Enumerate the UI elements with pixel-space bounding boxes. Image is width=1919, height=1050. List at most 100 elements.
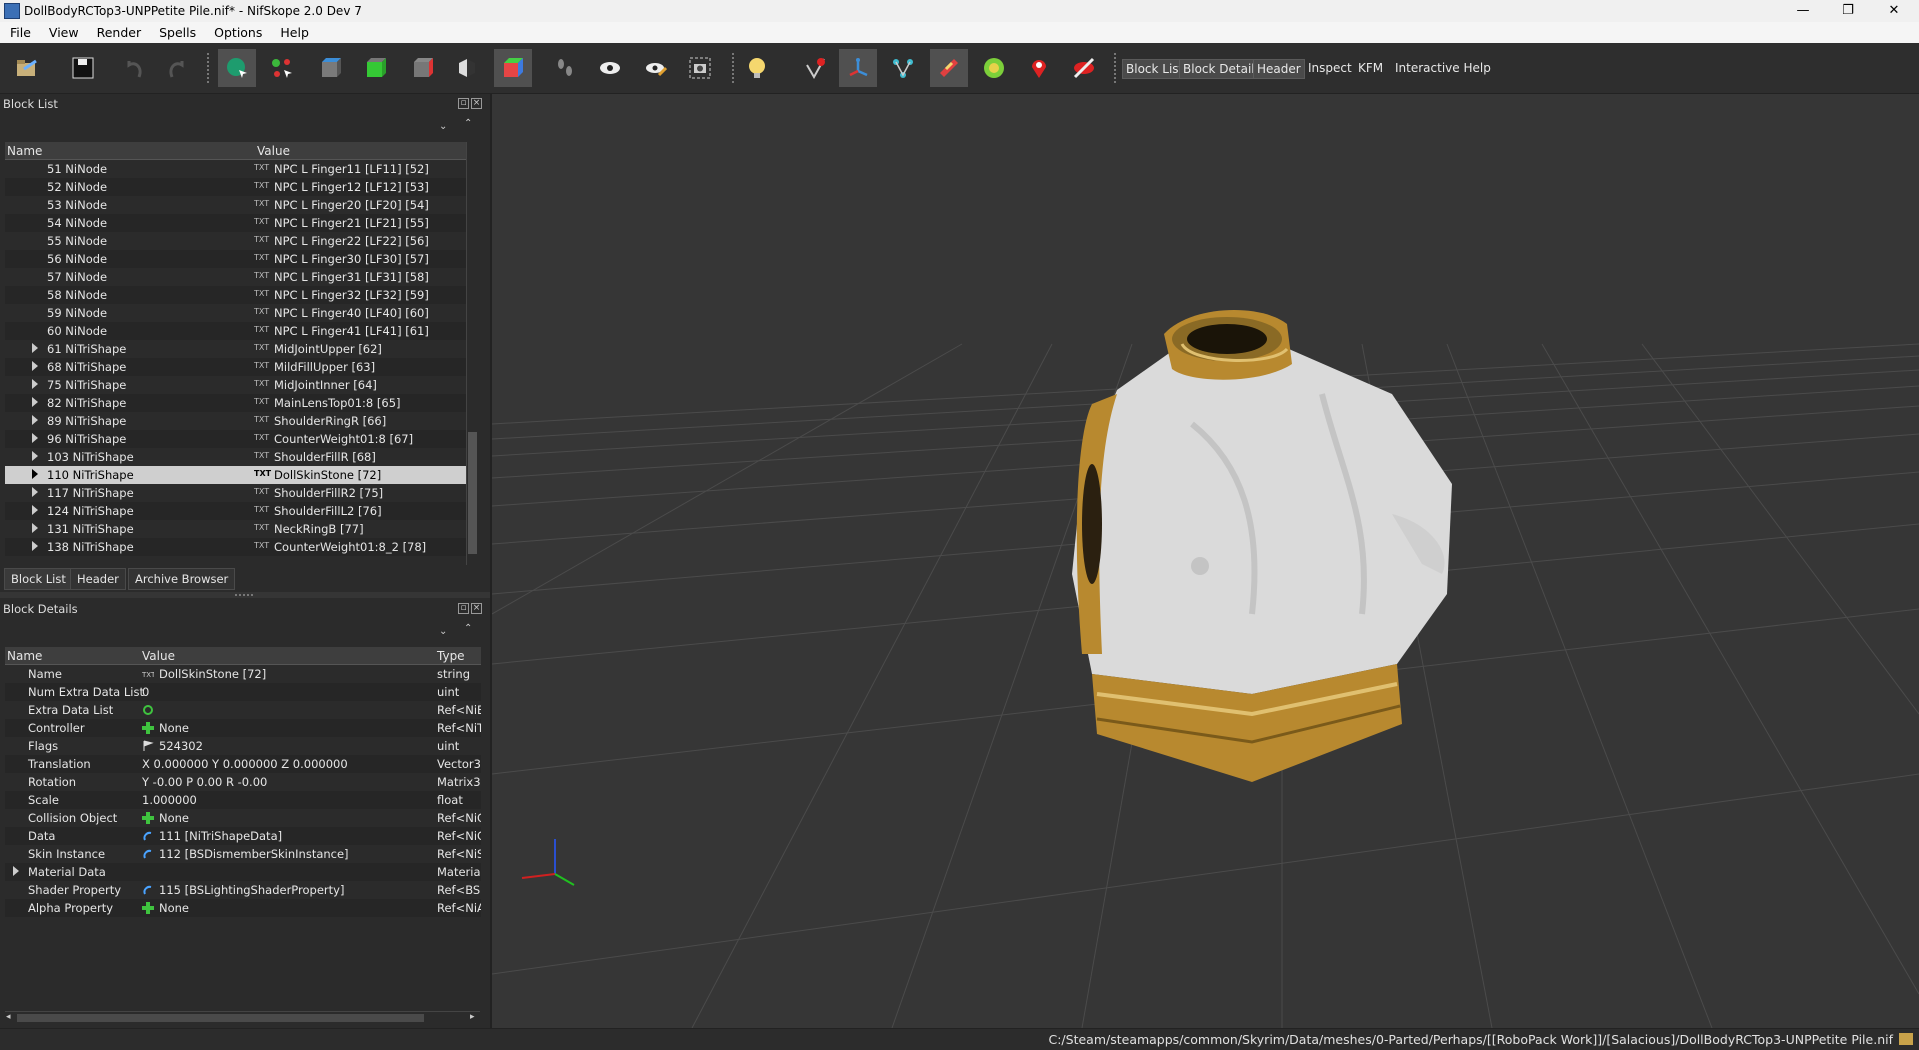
view-top-button[interactable] <box>404 49 442 87</box>
detail-row[interactable]: Alpha Property None Ref<NiA <box>5 899 481 917</box>
block-row[interactable]: 53 NiNode TXT NPC L Finger20 [LF20] [54] <box>5 196 466 214</box>
toggle-inspect[interactable]: Inspect <box>1305 59 1355 77</box>
block-row[interactable]: 59 NiNode TXT NPC L Finger40 [LF40] [60] <box>5 304 466 322</box>
menu-help[interactable]: Help <box>271 22 318 40</box>
detail-value[interactable]: 111 [NiTriShapeData] <box>159 829 282 843</box>
toggle-interactive-help[interactable]: Interactive Help <box>1392 59 1494 77</box>
menu-spells[interactable]: Spells <box>150 22 205 40</box>
details-horizontal-scrollbar[interactable]: ◂ ▸ <box>5 1011 480 1024</box>
expand-arrow-icon[interactable] <box>32 379 38 389</box>
detail-row[interactable]: Translation X 0.000000 Y 0.000000 Z 0.000… <box>5 755 481 773</box>
undo-button[interactable] <box>115 49 153 87</box>
detail-row[interactable]: Controller None Ref<NiT <box>5 719 481 737</box>
show-nodes-button[interactable] <box>637 49 675 87</box>
block-row[interactable]: 61 NiTriShape TXT MidJointUpper [62] <box>5 340 466 358</box>
select-vertex-button[interactable] <box>263 49 301 87</box>
block-row[interactable]: 55 NiNode TXT NPC L Finger22 [LF22] [56] <box>5 232 466 250</box>
block-row[interactable]: 52 NiNode TXT NPC L Finger12 [LF12] [53] <box>5 178 466 196</box>
detail-value[interactable]: Y -0.00 P 0.00 R -0.00 <box>142 775 267 789</box>
detail-row[interactable]: Scale 1.000000 float <box>5 791 481 809</box>
collapse-all-icon[interactable]: ⌄ <box>439 626 447 637</box>
show-axes-button[interactable] <box>796 49 834 87</box>
toggle-block-list[interactable]: Block List <box>1122 59 1188 79</box>
load-button[interactable] <box>8 49 46 87</box>
toggle-block-details[interactable]: Block Details <box>1179 59 1265 79</box>
column-type-header[interactable]: Type <box>437 649 465 663</box>
detail-value[interactable]: DollSkinStone [72] <box>159 667 266 681</box>
splitter-handle[interactable] <box>235 594 253 596</box>
float-icon[interactable]: ▫ <box>458 98 469 109</box>
maximize-button[interactable]: ❐ <box>1828 0 1868 22</box>
menu-render[interactable]: Render <box>88 22 151 40</box>
block-row[interactable]: 138 NiTriShape TXT CounterWeight01:8_2 [78… <box>5 538 466 556</box>
select-object-button[interactable] <box>218 49 256 87</box>
block-row[interactable]: 51 NiNode TXT NPC L Finger11 [LF11] [52] <box>5 160 466 178</box>
show-constraints-button[interactable] <box>839 49 877 87</box>
block-row[interactable]: 103 NiTriShape TXT ShoulderFillR [68] <box>5 448 466 466</box>
detail-row[interactable]: Extra Data List Ref<NiE <box>5 701 481 719</box>
toggle-kfm[interactable]: KFM <box>1355 59 1386 77</box>
menu-file[interactable]: File <box>0 22 40 40</box>
expand-all-icon[interactable]: ⌃ <box>464 623 472 634</box>
tab-header[interactable]: Header <box>70 568 126 590</box>
toolbar-grip[interactable] <box>207 53 212 83</box>
view-side-button[interactable] <box>357 49 395 87</box>
detail-row[interactable]: Rotation Y -0.00 P 0.00 R -0.00 Matrix33 <box>5 773 481 791</box>
lighting-button[interactable] <box>738 49 776 87</box>
expand-arrow-icon[interactable] <box>32 487 38 497</box>
detail-value[interactable]: X 0.000000 Y 0.000000 Z 0.000000 <box>142 757 348 771</box>
scroll-right-icon[interactable]: ▸ <box>470 1012 475 1022</box>
expand-arrow-icon[interactable] <box>13 866 19 876</box>
column-value-header[interactable]: Value <box>257 144 290 158</box>
detail-row[interactable]: Name TXT DollSkinStone [72] string <box>5 665 481 683</box>
detail-value[interactable]: 112 [BSDismemberSkinInstance] <box>159 847 349 861</box>
detail-row[interactable]: Skin Instance 112 [BSDismemberSkinInstanc… <box>5 845 481 863</box>
expand-all-icon[interactable]: ⌃ <box>464 118 472 129</box>
show-markers-button[interactable] <box>1020 49 1058 87</box>
tab-block-list[interactable]: Block List <box>4 568 73 590</box>
detail-value[interactable]: None <box>159 811 189 825</box>
detail-value[interactable]: 0 <box>142 685 149 699</box>
detail-value[interactable]: 115 [BSLightingShaderProperty] <box>159 883 344 897</box>
expand-arrow-icon[interactable] <box>32 361 38 371</box>
expand-arrow-icon[interactable] <box>32 469 38 479</box>
block-row[interactable]: 75 NiTriShape TXT MidJointInner [64] <box>5 376 466 394</box>
toggle-header[interactable]: Header <box>1253 59 1305 79</box>
show-hidden-button[interactable] <box>591 49 629 87</box>
view-front-button[interactable] <box>312 49 350 87</box>
expand-arrow-icon[interactable] <box>32 505 38 515</box>
detail-row[interactable]: Material Data Material <box>5 863 481 881</box>
block-row[interactable]: 58 NiNode TXT NPC L Finger32 [LF32] [59] <box>5 286 466 304</box>
block-row[interactable]: 96 NiTriShape TXT CounterWeight01:8 [67] <box>5 430 466 448</box>
column-value-header[interactable]: Value <box>142 649 175 663</box>
collapse-all-icon[interactable]: ⌄ <box>439 121 447 132</box>
block-row[interactable]: 117 NiTriShape TXT ShoulderFillR2 [75] <box>5 484 466 502</box>
render-viewport[interactable] <box>492 94 1919 1028</box>
block-row[interactable]: 124 NiTriShape TXT ShoulderFillL2 [76] <box>5 502 466 520</box>
detail-row[interactable]: Shader Property 115 [BSLightingShaderProp… <box>5 881 481 899</box>
close-button[interactable]: ✕ <box>1874 0 1914 22</box>
detail-value[interactable]: None <box>159 901 189 915</box>
save-button[interactable] <box>64 49 102 87</box>
expand-arrow-icon[interactable] <box>32 415 38 425</box>
toolbar-grip[interactable] <box>1114 53 1119 83</box>
detail-value[interactable]: None <box>159 721 189 735</box>
expand-arrow-icon[interactable] <box>32 433 38 443</box>
screenshot-button[interactable] <box>681 49 719 87</box>
block-row[interactable]: 57 NiNode TXT NPC L Finger31 [LF31] [58] <box>5 268 466 286</box>
block-row[interactable]: 60 NiNode TXT NPC L Finger41 [LF41] [61] <box>5 322 466 340</box>
close-icon[interactable]: × <box>471 98 482 109</box>
detail-row[interactable]: Collision Object None Ref<NiC <box>5 809 481 827</box>
block-row[interactable]: 89 NiTriShape TXT ShoulderRingR [66] <box>5 412 466 430</box>
show-nodes-tree-button[interactable] <box>884 49 922 87</box>
block-list-scrollbar[interactable] <box>466 142 479 565</box>
show-furniture-button[interactable] <box>975 49 1013 87</box>
walk-mode-button[interactable] <box>546 49 584 87</box>
block-row[interactable]: 56 NiNode TXT NPC L Finger30 [LF30] [57] <box>5 250 466 268</box>
close-icon[interactable]: × <box>471 603 482 614</box>
menu-options[interactable]: Options <box>205 22 271 40</box>
column-name-header[interactable]: Name <box>7 649 42 663</box>
expand-arrow-icon[interactable] <box>32 343 38 353</box>
column-name-header[interactable]: Name <box>7 144 42 158</box>
tab-archive-browser[interactable]: Archive Browser <box>128 568 236 590</box>
